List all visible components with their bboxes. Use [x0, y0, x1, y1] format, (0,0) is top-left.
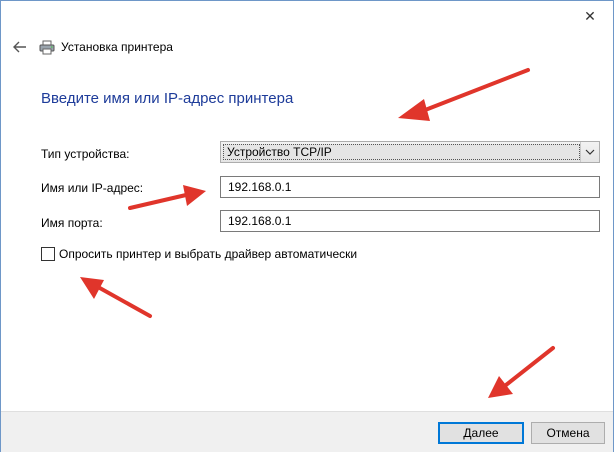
autodetect-driver-label[interactable]: Опросить принтер и выбрать драйвер автом…: [59, 247, 357, 261]
dialog-header: Установка принтера: [9, 37, 173, 57]
device-type-selected-value: Устройство TCP/IP: [223, 144, 580, 160]
back-arrow-icon: [13, 41, 26, 53]
port-name-input[interactable]: 192.168.0.1: [220, 210, 600, 232]
cancel-button[interactable]: Отмена: [531, 422, 605, 444]
host-address-input[interactable]: 192.168.0.1: [220, 176, 600, 198]
back-button[interactable]: [9, 38, 31, 56]
chevron-down-icon: [585, 149, 595, 155]
autodetect-driver-checkbox[interactable]: [41, 247, 55, 261]
close-icon: ✕: [584, 7, 596, 24]
printer-icon: [39, 39, 57, 55]
close-button[interactable]: ✕: [567, 1, 613, 31]
device-type-label: Тип устройства:: [41, 147, 130, 161]
port-name-label: Имя порта:: [41, 216, 103, 230]
printer-setup-dialog: ✕ Установка принтера Введите имя или IP-…: [0, 0, 614, 452]
autodetect-driver-option[interactable]: Опросить принтер и выбрать драйвер автом…: [41, 247, 357, 261]
device-type-select[interactable]: Устройство TCP/IP: [220, 141, 600, 163]
host-label: Имя или IP-адрес:: [41, 181, 144, 195]
dialog-footer: Далее Отмена: [1, 411, 613, 452]
dropdown-toggle[interactable]: [580, 142, 599, 162]
page-heading: Введите имя или IP-адрес принтера: [41, 90, 294, 107]
dialog-title: Установка принтера: [61, 40, 173, 54]
next-button[interactable]: Далее: [438, 422, 524, 444]
